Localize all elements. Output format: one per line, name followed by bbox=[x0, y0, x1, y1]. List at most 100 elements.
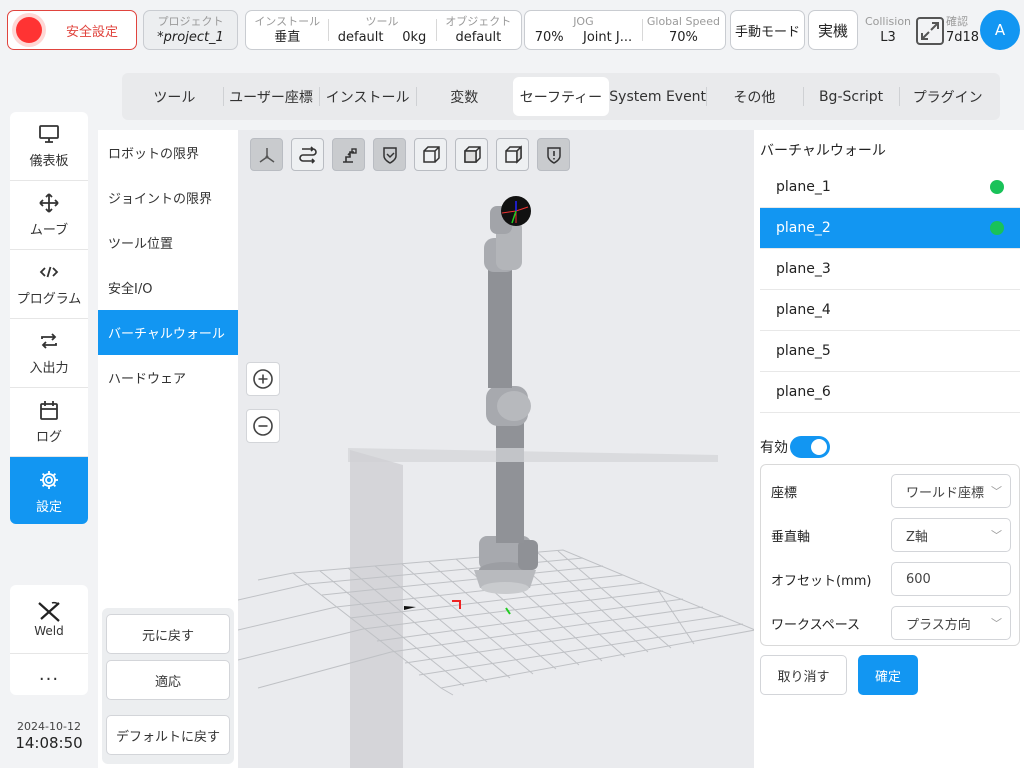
plane-item-1[interactable]: plane_1 bbox=[760, 167, 1020, 208]
io-arrows-icon bbox=[41, 333, 57, 349]
tab-install[interactable]: インストール bbox=[319, 77, 416, 116]
chevron-down-icon: ﹀ bbox=[991, 529, 1002, 542]
nav-item-io[interactable]: 入出力 bbox=[10, 319, 88, 388]
confirm-key: 確認 bbox=[946, 15, 968, 28]
plane-item-4[interactable]: plane_4 bbox=[760, 290, 1020, 331]
monitor-icon bbox=[39, 125, 59, 143]
tab-user-frame[interactable]: ユーザー座標 bbox=[222, 77, 320, 116]
apply-button[interactable]: 適応 bbox=[106, 660, 230, 700]
left-nav: 儀表板 ムーブ プログラム 入出力 ログ 設定 bbox=[10, 112, 88, 524]
date-text: 2024-10-12 bbox=[17, 720, 81, 733]
axis-row: 垂直軸 Z軸 ﹀ bbox=[771, 517, 1011, 553]
chevron-down-icon: ﹀ bbox=[991, 485, 1002, 498]
jog-speed-group[interactable]: JOG 70% Joint J... Global Speed 70% bbox=[524, 10, 726, 50]
workspace-select[interactable]: プラス方向 ﹀ bbox=[891, 606, 1011, 640]
robot-lower-arm bbox=[496, 418, 524, 543]
nav-item-label: ムーブ bbox=[29, 223, 69, 238]
settings-tabs: ツール ユーザー座標 インストール 変数 セーフティー System Event… bbox=[122, 73, 1000, 120]
axis-label: 垂直軸 bbox=[771, 529, 811, 545]
calendar-icon bbox=[40, 401, 58, 420]
plane-label: plane_3 bbox=[776, 261, 831, 277]
nav-item-dashboard[interactable]: 儀表板 bbox=[10, 112, 88, 181]
axis-select[interactable]: Z軸 ﹀ bbox=[891, 518, 1011, 552]
coord-row: 座標 ワールド座標 ﹀ bbox=[771, 473, 1011, 509]
tab-variables[interactable]: 変数 bbox=[415, 77, 513, 116]
confirm-value: 7d18 bbox=[946, 30, 980, 45]
workspace-label: ワークスペース bbox=[771, 617, 861, 633]
nav-item-label: 入出力 bbox=[29, 361, 69, 376]
chevron-down-icon: ﹀ bbox=[991, 617, 1002, 630]
tab-other[interactable]: その他 bbox=[706, 77, 803, 116]
enable-toggle[interactable] bbox=[790, 436, 830, 458]
safety-settings-label: 安全設定 bbox=[66, 24, 119, 40]
project-name: *project_1 bbox=[157, 30, 224, 45]
collision-level[interactable]: Collision L3 bbox=[862, 14, 914, 46]
submenu-joint-limits[interactable]: ジョイントの限界 bbox=[98, 175, 238, 220]
robot-3d-viewport[interactable] bbox=[238, 130, 754, 768]
robot-scene bbox=[238, 196, 754, 768]
axis-value: Z軸 bbox=[906, 529, 928, 545]
real-machine-button[interactable]: 実機 bbox=[808, 10, 858, 50]
submenu-virtual-wall[interactable]: バーチャルウォール bbox=[98, 310, 238, 355]
tab-tool[interactable]: ツール bbox=[126, 77, 223, 116]
confirm-button[interactable]: 確定 bbox=[858, 655, 918, 695]
plane-item-6[interactable]: plane_6 bbox=[760, 372, 1020, 413]
nav-item-program[interactable]: プログラム bbox=[10, 250, 88, 319]
revert-button[interactable]: 元に戻す bbox=[106, 614, 230, 654]
manual-mode-button[interactable]: 手動モード bbox=[730, 10, 805, 50]
emergency-status-icon bbox=[16, 17, 42, 43]
plane-item-5[interactable]: plane_5 bbox=[760, 331, 1020, 372]
safety-submenu: ロボットの限界 ジョイントの限界 ツール位置 安全I/O バーチャルウォール ハ… bbox=[98, 130, 238, 768]
install-status-group[interactable]: インストール 垂直 ツール default 0kg オブジェクト default bbox=[245, 10, 522, 50]
workspace-value: プラス方向 bbox=[906, 617, 971, 633]
submenu-tool-position[interactable]: ツール位置 bbox=[98, 220, 238, 265]
plane-item-3[interactable]: plane_3 bbox=[760, 249, 1020, 290]
nav-item-label: ログ bbox=[35, 430, 62, 445]
install-value: 垂直 bbox=[274, 30, 301, 45]
tab-bg-script[interactable]: Bg-Script bbox=[802, 77, 900, 116]
restore-default-button[interactable]: デフォルトに戻す bbox=[106, 715, 230, 755]
status-dot-icon bbox=[990, 180, 1004, 194]
nav-item-move[interactable]: ムーブ bbox=[10, 181, 88, 250]
global-speed-key: Global Speed bbox=[646, 15, 720, 28]
plane-label: plane_6 bbox=[776, 384, 831, 400]
plane-item-2[interactable]: plane_2 bbox=[760, 208, 1020, 249]
tab-plugin[interactable]: プラグイン bbox=[899, 77, 996, 116]
code-icon bbox=[39, 266, 59, 278]
nav-item-settings[interactable]: 設定 bbox=[10, 457, 88, 524]
jog-speed: 70% bbox=[534, 30, 564, 45]
status-dot-icon bbox=[990, 221, 1004, 235]
virtual-wall-horizontal bbox=[348, 448, 718, 462]
coord-select[interactable]: ワールド座標 ﹀ bbox=[891, 474, 1011, 508]
weld-button[interactable]: Weld bbox=[10, 585, 88, 654]
virtual-wall-vertical bbox=[350, 450, 403, 768]
safety-settings-button[interactable]: 安全設定 bbox=[7, 10, 137, 50]
more-button[interactable]: ... bbox=[10, 654, 88, 694]
time-text: 14:08:50 bbox=[15, 734, 83, 752]
offset-input[interactable] bbox=[891, 562, 1011, 596]
nav-item-log[interactable]: ログ bbox=[10, 388, 88, 457]
nav-item-label: 儀表板 bbox=[29, 154, 69, 169]
cancel-button[interactable]: 取り消す bbox=[760, 655, 847, 695]
submenu-robot-limits[interactable]: ロボットの限界 bbox=[98, 130, 238, 175]
offset-label: オフセット(mm) bbox=[771, 573, 872, 589]
plane-label: plane_4 bbox=[776, 302, 831, 318]
plugin-box: Weld ... bbox=[10, 585, 88, 695]
expand-icon[interactable] bbox=[915, 16, 945, 46]
nav-item-label: 設定 bbox=[35, 499, 62, 515]
confirm-checksum: 確認 7d18 bbox=[946, 14, 982, 46]
clock: 2024-10-12 14:08:50 bbox=[10, 720, 88, 752]
object-value: default bbox=[455, 30, 502, 45]
tab-safety[interactable]: セーフティー bbox=[512, 77, 610, 116]
tool-weight: 0kg bbox=[402, 30, 427, 45]
enable-row: 有効 bbox=[760, 436, 830, 458]
coord-value: ワールド座標 bbox=[906, 485, 985, 501]
project-indicator[interactable]: プロジェクト *project_1 bbox=[143, 10, 238, 50]
project-key: プロジェクト bbox=[157, 15, 224, 28]
submenu-hardware[interactable]: ハードウェア bbox=[98, 355, 238, 400]
submenu-safety-io[interactable]: 安全I/O bbox=[98, 265, 238, 310]
plane-list: plane_1 plane_2 plane_3 plane_4 plane_5 … bbox=[760, 167, 1020, 413]
tab-system-event[interactable]: System Event bbox=[609, 77, 706, 116]
plane-label: plane_5 bbox=[776, 343, 831, 359]
user-avatar[interactable]: A bbox=[980, 10, 1020, 50]
